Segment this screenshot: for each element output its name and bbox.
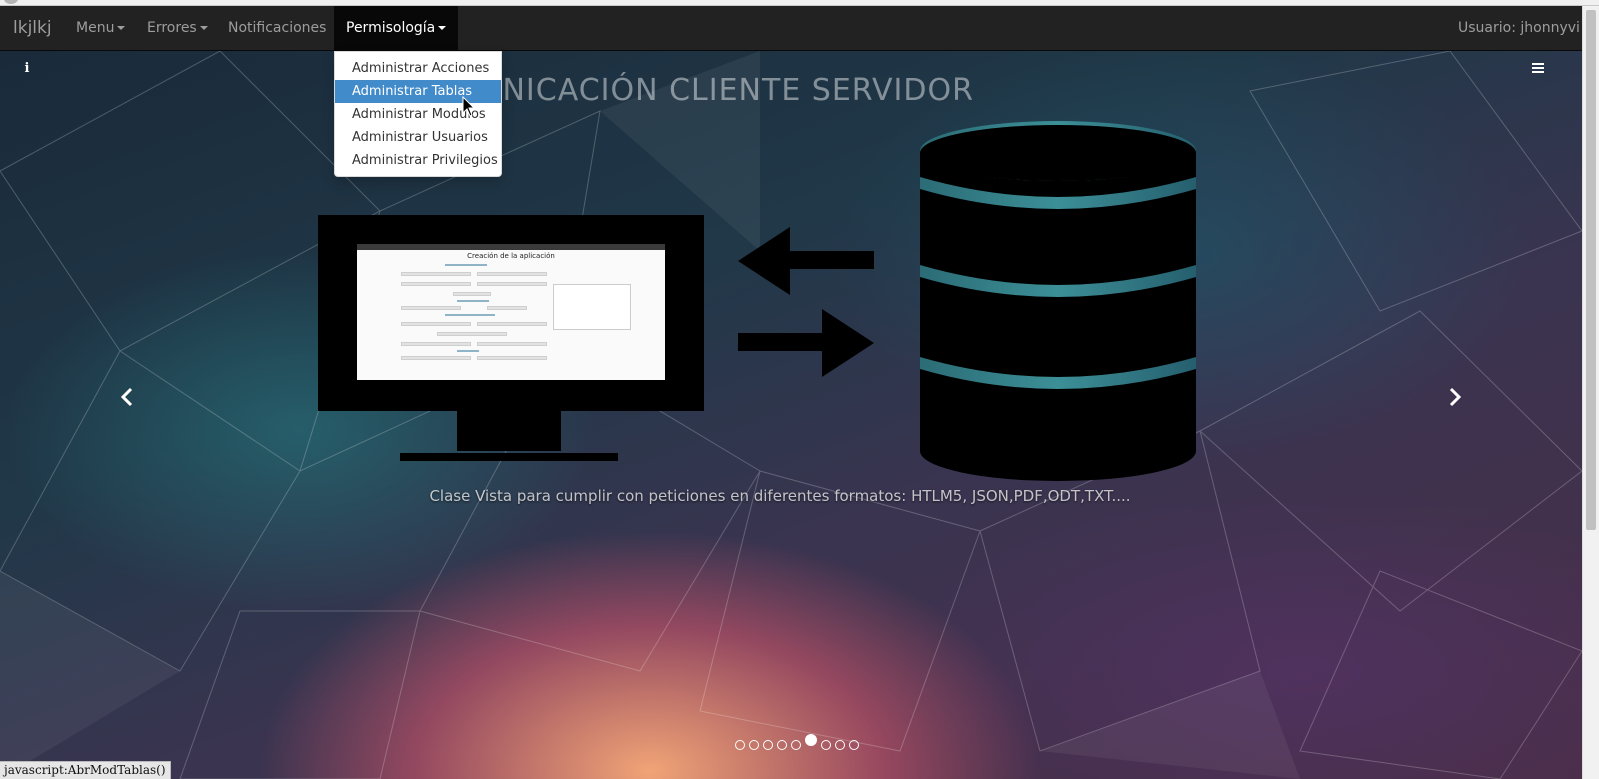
permisologia-label: Permisología bbox=[346, 20, 436, 36]
carousel-indicator-9[interactable] bbox=[849, 740, 859, 750]
screen-capture-title: Creación de la aplicación bbox=[467, 252, 555, 260]
carousel-indicator-6[interactable] bbox=[805, 734, 817, 746]
carousel-indicator-1[interactable] bbox=[735, 740, 745, 750]
menu-label: Menu bbox=[76, 20, 115, 36]
menu-item-administrar-modulos[interactable]: Administrar Modulos bbox=[335, 103, 501, 126]
scrollbar-thumb[interactable] bbox=[1586, 10, 1596, 530]
brand-link[interactable]: lkjlkj bbox=[13, 6, 52, 51]
monitor-screen-capture: Creación de la aplicación bbox=[357, 244, 665, 380]
background-polygon-pattern bbox=[0, 51, 1582, 779]
carousel-indicator-7[interactable] bbox=[821, 740, 831, 750]
bidirectional-arrows-icon bbox=[738, 227, 874, 377]
carousel-prev-button[interactable] bbox=[112, 387, 142, 417]
carousel-indicator-8[interactable] bbox=[835, 740, 845, 750]
menu-item-administrar-acciones[interactable]: Administrar Acciones bbox=[335, 57, 501, 80]
monitor-stand-base bbox=[400, 453, 618, 461]
carousel-indicator-5[interactable] bbox=[791, 740, 801, 750]
carousel-indicator-2[interactable] bbox=[749, 740, 759, 750]
monitor-frame: Creación de la aplicación bbox=[318, 215, 704, 411]
carousel-next-button[interactable] bbox=[1440, 387, 1470, 417]
carousel-indicators bbox=[735, 734, 863, 750]
carousel: i COMUNICACIÓN CLIENTE SERVIDOR Creación… bbox=[0, 51, 1582, 779]
browser-status-bar: javascript:AbrModTablas() bbox=[0, 761, 171, 779]
tab-favicon bbox=[4, 0, 18, 4]
database-icon bbox=[920, 121, 1196, 481]
mouse-pointer-icon bbox=[462, 96, 476, 117]
info-icon[interactable]: i bbox=[18, 61, 36, 79]
slide-caption: Clase Vista para cumplir con peticiones … bbox=[429, 487, 1131, 505]
caret-down-icon bbox=[117, 26, 126, 30]
menu-item-administrar-tablas[interactable]: Administrar Tablas bbox=[335, 80, 501, 103]
errores-label: Errores bbox=[147, 20, 197, 36]
caret-down-icon bbox=[199, 26, 208, 30]
carousel-indicator-3[interactable] bbox=[763, 740, 773, 750]
user-label: Usuario: jhonnyvi bbox=[1458, 20, 1580, 36]
permisologia-dropdown-toggle[interactable]: Permisología bbox=[334, 6, 459, 51]
carousel-indicator-4[interactable] bbox=[777, 740, 787, 750]
caret-down-icon bbox=[438, 26, 447, 30]
menu-item-administrar-usuarios[interactable]: Administrar Usuarios bbox=[335, 126, 501, 149]
top-navbar: lkjlkj Menu Errores Notificaciones Permi… bbox=[0, 6, 1591, 51]
chevron-left-icon bbox=[120, 387, 133, 407]
notificaciones-link[interactable]: Notificaciones bbox=[228, 6, 326, 51]
monitor-stand-neck bbox=[457, 411, 561, 451]
monitor-illustration: Creación de la aplicación bbox=[318, 215, 704, 465]
permisologia-dropdown-menu: Administrar Acciones Administrar Tablas … bbox=[334, 51, 502, 177]
errores-dropdown-toggle[interactable]: Errores bbox=[147, 6, 208, 51]
menu-dropdown-toggle[interactable]: Menu bbox=[76, 6, 126, 51]
page-scrollbar[interactable] bbox=[1582, 6, 1599, 779]
hamburger-menu-icon[interactable] bbox=[1528, 61, 1548, 79]
chevron-right-icon bbox=[1449, 387, 1462, 407]
menu-item-administrar-privilegios[interactable]: Administrar Privilegios bbox=[335, 149, 501, 172]
user-dropdown-toggle[interactable]: Usuario: jhonnyvi bbox=[1458, 6, 1591, 51]
